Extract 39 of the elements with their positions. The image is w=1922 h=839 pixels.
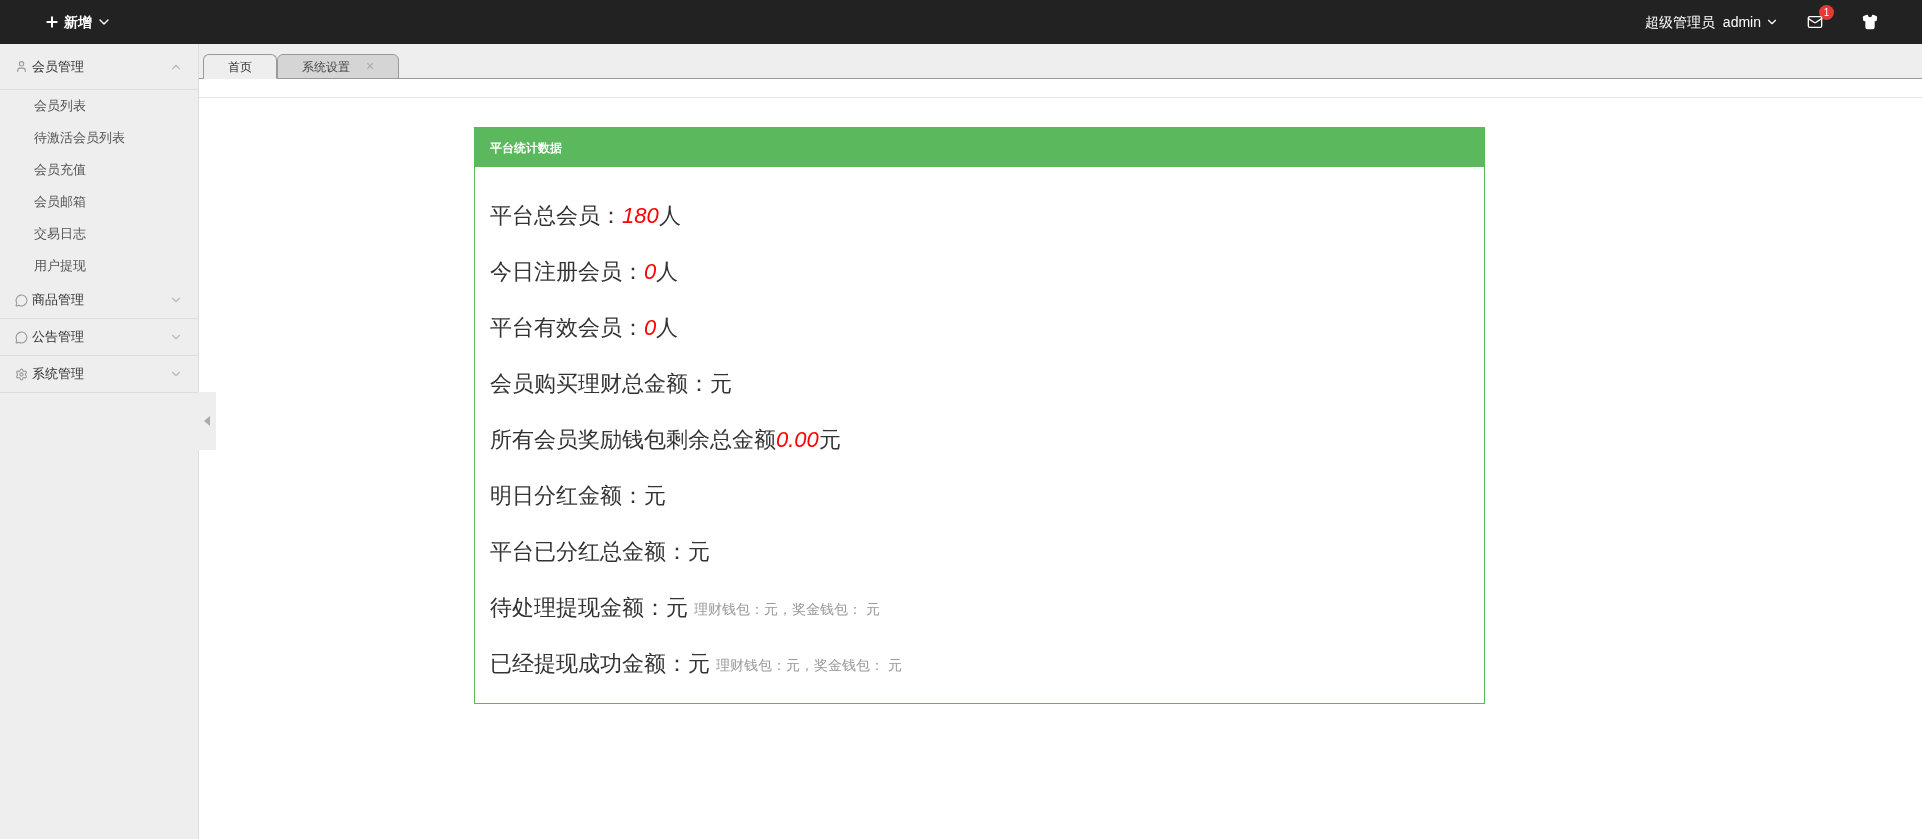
stat-line: 平台总会员：180人 xyxy=(490,201,681,230)
stat-line: 会员购买理财总金额：元 xyxy=(490,369,732,398)
sidebar-group-header[interactable]: 系统管理 xyxy=(0,356,198,393)
mail-button[interactable] xyxy=(1807,14,1823,30)
chat-bubble-icon xyxy=(15,330,28,344)
stat-line: 明日分红金额：元 xyxy=(490,481,666,510)
stat-line: 平台有效会员：0人 xyxy=(490,313,679,342)
user-menu-button[interactable]: admin xyxy=(1722,11,1779,33)
theme-button[interactable] xyxy=(1862,14,1878,30)
sidebar-item[interactable]: 会员充值 xyxy=(34,160,86,180)
sidebar-item[interactable]: 会员列表 xyxy=(34,96,86,116)
mail-icon xyxy=(1807,14,1823,30)
new-menu-button[interactable]: 新增 xyxy=(44,11,112,33)
stat-line: 已经提现成功金额：元 xyxy=(490,649,710,678)
sidebar-group-header[interactable]: 商品管理 xyxy=(0,282,198,319)
chat-bubble-icon xyxy=(15,293,28,307)
notification-badge: 1 xyxy=(1819,5,1834,20)
stat-line: 待处理提现金额：元 xyxy=(490,593,688,622)
collapse-sidebar-handle[interactable] xyxy=(198,392,216,450)
sidebar-item[interactable]: 待激活会员列表 xyxy=(34,128,125,148)
stat-note: 理财钱包：元，奖金钱包： 元 xyxy=(694,599,880,619)
tab[interactable]: 首页 xyxy=(203,54,277,79)
stat-line: 今日注册会员：0人 xyxy=(490,257,679,286)
plus-icon xyxy=(44,14,60,30)
shirt-icon xyxy=(1862,14,1878,30)
user-icon xyxy=(15,60,28,73)
sidebar-item[interactable]: 交易日志 xyxy=(34,224,86,244)
user-role: 超级管理员 xyxy=(1644,12,1715,32)
stat-line: 所有会员奖励钱包剩余总金额0.00元 xyxy=(490,425,841,454)
stat-line: 平台已分红总金额：元 xyxy=(490,537,710,566)
settings-icon xyxy=(15,367,28,381)
stat-note: 理财钱包：元，奖金钱包： 元 xyxy=(716,655,902,675)
sidebar-item[interactable]: 用户提现 xyxy=(34,256,86,276)
sidebar-group-header[interactable]: 公告管理 xyxy=(0,319,198,356)
left-triangle-icon xyxy=(204,416,210,426)
panel-title: 平台统计数据 xyxy=(490,139,562,157)
tab[interactable]: 系统设置 × xyxy=(277,54,400,79)
sidebar-item[interactable]: 会员邮箱 xyxy=(34,192,86,212)
sidebar-group-header[interactable]: 会员管理 xyxy=(0,44,198,90)
